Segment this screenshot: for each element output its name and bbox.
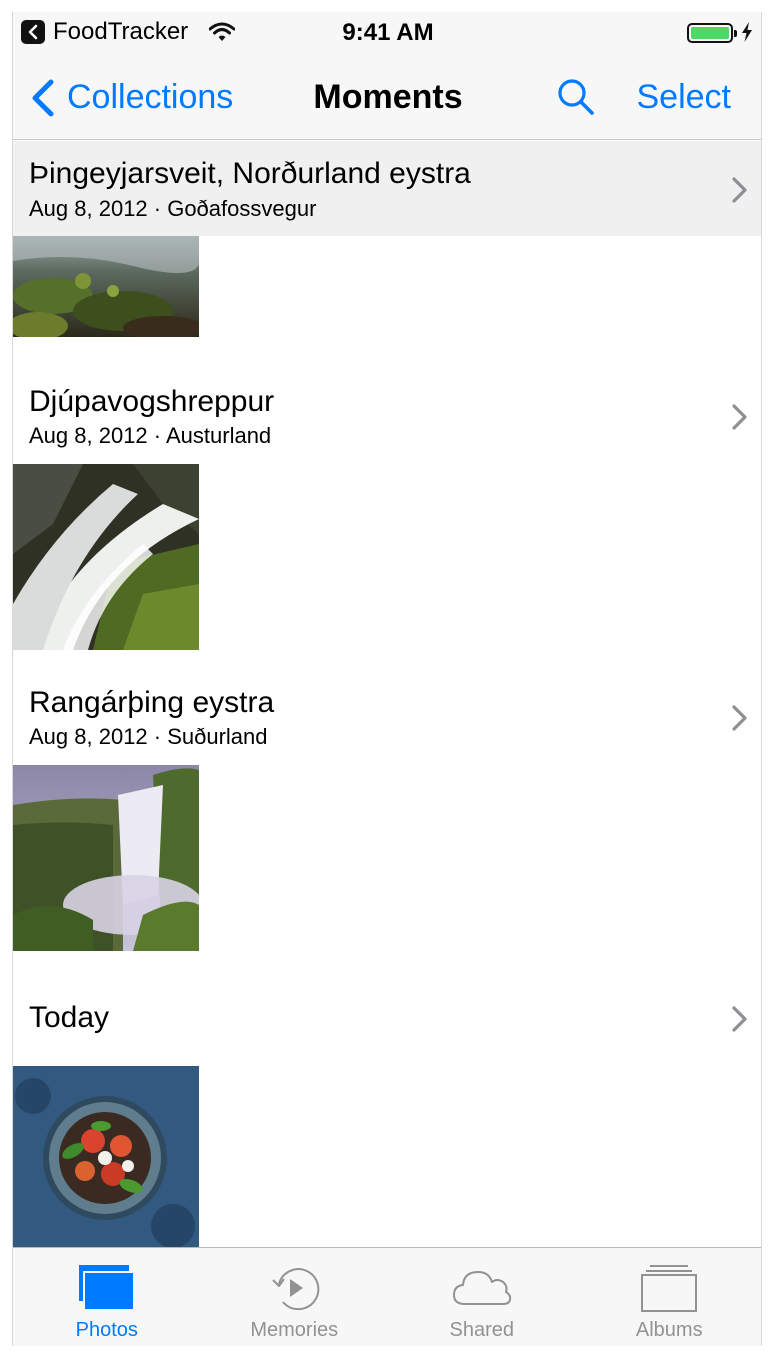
- chevron-right-icon: [732, 404, 747, 430]
- status-bar: FoodTracker 9:41 AM: [13, 12, 761, 52]
- tab-label: Memories: [250, 1319, 339, 1341]
- back-button-label: Collections: [67, 78, 234, 116]
- photo-thumbnail[interactable]: [13, 236, 199, 337]
- salad-bowl-photo: [13, 1066, 199, 1247]
- battery-level: [691, 27, 729, 39]
- photos-icon: [78, 1265, 135, 1311]
- moments-list[interactable]: Þingeyjarsveit, Norðurland eystra Aug 8,…: [13, 141, 761, 1247]
- tab-bar: Photos Memories Shared Albums: [13, 1247, 762, 1346]
- moment-header[interactable]: Rangárþing eystra Aug 8, 2012 · Suðurlan…: [13, 650, 761, 765]
- search-icon[interactable]: [557, 78, 595, 116]
- chevron-right-icon: [732, 1006, 747, 1032]
- moment-subtitle: Aug 8, 2012 · Suðurland: [29, 724, 268, 749]
- moment-header[interactable]: Today: [13, 951, 761, 1066]
- moment-title: Djúpavogshreppur: [29, 385, 275, 418]
- charging-bolt-icon: [742, 22, 752, 42]
- tab-memories[interactable]: Memories: [201, 1248, 389, 1346]
- waterfall-rocks-photo: [13, 464, 199, 650]
- moment-title: Today: [29, 1001, 110, 1034]
- tab-label: Albums: [635, 1319, 703, 1341]
- mossy-riverbank-photo: [13, 236, 199, 337]
- select-button[interactable]: Select: [637, 78, 732, 117]
- tab-photos[interactable]: Photos: [13, 1248, 201, 1346]
- photo-thumbnail[interactable]: [13, 464, 199, 650]
- photo-thumbnail[interactable]: [13, 765, 199, 951]
- albums-icon: [641, 1265, 698, 1312]
- tab-albums[interactable]: Albums: [576, 1248, 762, 1346]
- chevron-right-icon: [732, 705, 747, 731]
- moment-subtitle: Aug 8, 2012 · Goðafossvegur: [29, 196, 317, 221]
- memories-icon: [272, 1268, 320, 1311]
- tab-label: Photos: [75, 1319, 138, 1341]
- status-time: 9:41 AM: [342, 19, 434, 46]
- collections-back-button[interactable]: Collections: [29, 78, 233, 117]
- misty-waterfall-photo: [13, 765, 199, 951]
- chevron-right-icon: [732, 177, 747, 203]
- chevron-left-icon: [32, 79, 54, 116]
- tab-label: Shared: [449, 1319, 515, 1341]
- tab-shared[interactable]: Shared: [388, 1248, 576, 1346]
- battery-icon: [687, 23, 737, 43]
- moment-title: Rangárþing eystra: [29, 686, 275, 719]
- moment-subtitle: Aug 8, 2012 · Austurland: [29, 423, 272, 448]
- moment-header[interactable]: Djúpavogshreppur Aug 8, 2012 · Austurlan…: [13, 337, 761, 464]
- phone-screen: FoodTracker 9:41 AM Collections Moments: [12, 12, 762, 1346]
- moment-title: Þingeyjarsveit, Norðurland eystra: [29, 157, 471, 190]
- photo-thumbnail[interactable]: [13, 1066, 199, 1247]
- cloud-icon: [452, 1271, 511, 1305]
- navigation-bar: Collections Moments Select: [13, 52, 761, 140]
- moment-header[interactable]: Þingeyjarsveit, Norðurland eystra Aug 8,…: [13, 141, 761, 236]
